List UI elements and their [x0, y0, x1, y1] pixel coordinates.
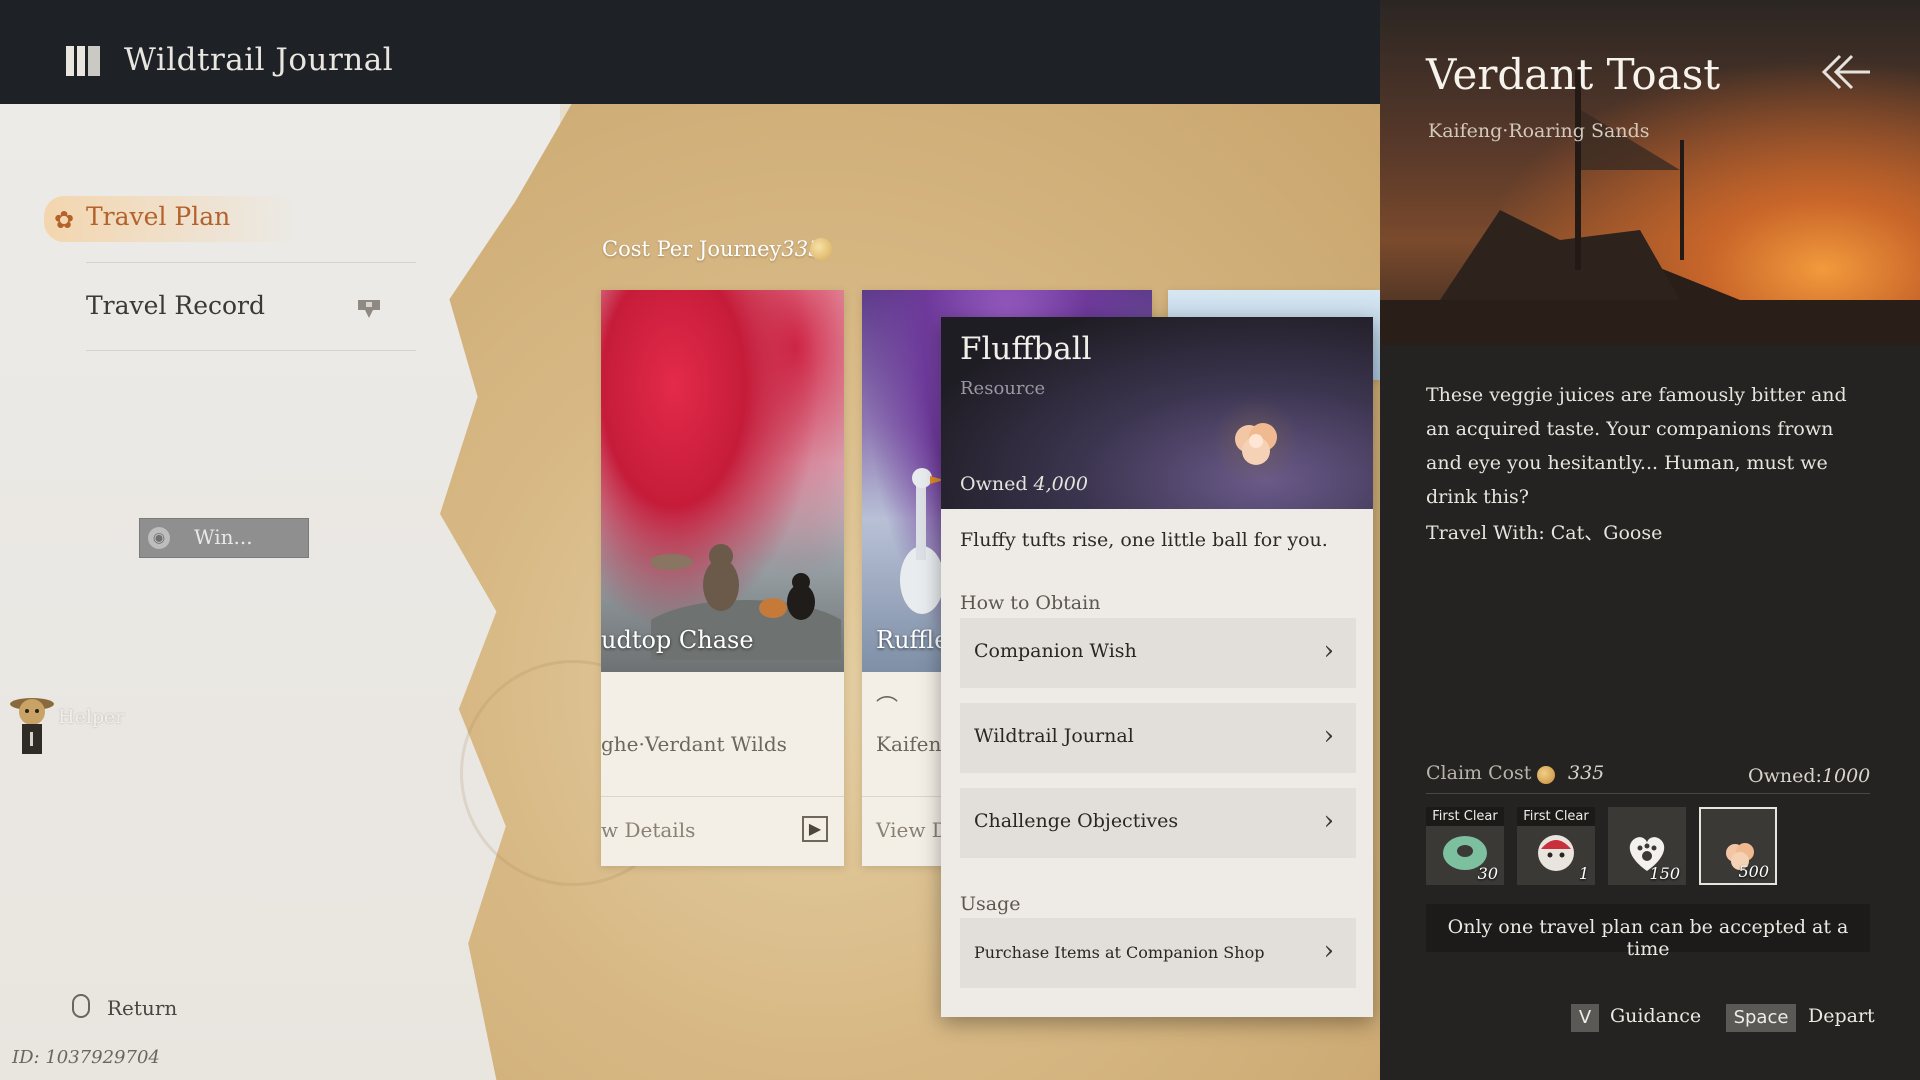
journal-book-icon	[66, 46, 100, 76]
microphone-icon: ◉	[148, 527, 170, 549]
menu-divider	[86, 262, 416, 263]
helper-label: Helper	[58, 706, 125, 728]
detail-title: Verdant Toast	[1426, 50, 1721, 99]
reward-quantity: 150	[1649, 864, 1680, 883]
bird-icon: ⌒	[876, 696, 899, 721]
item-name: Fluffball	[960, 331, 1092, 367]
travel-with: Travel With: Cat、Goose	[1426, 522, 1663, 544]
mouse-icon	[72, 994, 90, 1018]
route-card-title: udtop Chase	[601, 626, 754, 654]
how-to-obtain-heading: How to Obtain	[960, 592, 1101, 614]
chevron-right-icon: ›	[1323, 806, 1334, 836]
chevron-right-icon: ›	[1323, 636, 1334, 666]
obtain-item-challenge-objectives[interactable]: Challenge Objectives ›	[960, 788, 1356, 858]
obtain-item-label: Companion Wish	[974, 640, 1137, 662]
obtain-item-companion-wish[interactable]: Companion Wish ›	[960, 618, 1356, 688]
detail-description: These veggie juices are famously bitter …	[1426, 384, 1847, 508]
owned-label: Owned:	[1748, 765, 1822, 787]
detail-subtitle: Kaifeng·Roaring Sands	[1428, 120, 1650, 142]
usage-item-label: Purchase Items at Companion Shop	[974, 943, 1265, 962]
item-description: Fluffy tufts rise, one little ball for y…	[960, 529, 1328, 551]
reward-slot-selected[interactable]: 500	[1699, 807, 1777, 885]
item-type: Resource	[960, 378, 1046, 399]
view-details-link[interactable]: w Details	[601, 818, 695, 842]
return-button[interactable]: Return	[107, 996, 177, 1020]
route-card[interactable]: udtop Chase ghe·Verdant Wilds w Details …	[601, 290, 844, 866]
claim-cost-value: 335	[1568, 762, 1605, 784]
first-clear-badge: First Clear	[1517, 807, 1595, 826]
reward-quantity: 1	[1578, 864, 1589, 883]
usage-heading: Usage	[960, 893, 1021, 915]
sidebar-item-travel-plan[interactable]: Travel Plan	[86, 202, 230, 231]
chevron-right-icon: ›	[1323, 721, 1334, 751]
chevron-right-icon: ›	[1323, 936, 1334, 966]
key-space-hint: Space	[1726, 1004, 1796, 1032]
app-title: Wildtrail Journal	[124, 42, 394, 78]
travel-plan-notice: Only one travel plan can be accepted at …	[1426, 904, 1870, 960]
card-divider	[601, 796, 844, 797]
item-owned-label: Owned	[960, 473, 1028, 495]
sidebar-item-travel-record[interactable]: Travel Record	[86, 291, 265, 320]
notice-text: Only one travel plan can be accepted at …	[1447, 916, 1849, 960]
obtain-item-label: Challenge Objectives	[974, 810, 1179, 832]
fluffball-icon	[1211, 397, 1301, 487]
claim-cost-label: Claim Cost	[1426, 762, 1532, 784]
menu-divider	[86, 350, 416, 351]
item-tooltip: Fluffball Resource Owned 4,000 Fluffy tu…	[941, 317, 1373, 1017]
coin-icon	[1537, 766, 1555, 784]
coin-icon	[810, 238, 832, 260]
usage-item-companion-shop[interactable]: Purchase Items at Companion Shop ›	[960, 918, 1356, 988]
guidance-button[interactable]: Guidance	[1610, 1005, 1701, 1027]
record-badge-icon	[358, 300, 380, 318]
reward-quantity: 30	[1477, 864, 1498, 883]
reward-slot[interactable]: First Clear 1	[1517, 807, 1595, 885]
reward-quantity: 500	[1738, 862, 1769, 881]
cost-per-journey: Cost Per Journey335	[602, 237, 821, 261]
claim-divider	[1426, 793, 1870, 794]
obtain-item-wildtrail-journal[interactable]: Wildtrail Journal ›	[960, 703, 1356, 773]
first-clear-badge: First Clear	[1426, 807, 1504, 826]
voice-chat-chip[interactable]: ◉ Win...	[139, 518, 309, 558]
item-owned-value: 4,000	[1033, 473, 1088, 495]
cost-label: Cost Per Journey	[602, 237, 782, 261]
route-card-region: ghe·Verdant Wilds	[601, 732, 787, 756]
double-chevron-back-icon[interactable]	[1818, 52, 1872, 92]
reward-slot[interactable]: First Clear 30	[1426, 807, 1504, 885]
arrow-right-icon[interactable]: ▶	[802, 816, 828, 842]
owned-value: 1000	[1821, 765, 1871, 787]
player-id: ID: 1037929704	[12, 1047, 160, 1068]
key-v-hint: V	[1571, 1004, 1599, 1032]
reward-slot[interactable]: 150	[1608, 807, 1686, 885]
companion-portrait-icon	[1538, 835, 1574, 871]
depart-button[interactable]: Depart	[1808, 1005, 1875, 1027]
obtain-item-label: Wildtrail Journal	[974, 725, 1134, 747]
helper-character-icon[interactable]	[8, 690, 56, 762]
route-card-title: Ruffle	[876, 626, 949, 654]
item-owned: Owned 4,000	[960, 473, 1088, 495]
owned-amount: Owned:1000	[1748, 765, 1870, 787]
detail-panel: Verdant Toast Kaifeng·Roaring Sands Thes…	[1380, 0, 1920, 1080]
paw-icon: ✿	[54, 206, 75, 234]
voice-chip-label: Win...	[194, 525, 253, 549]
